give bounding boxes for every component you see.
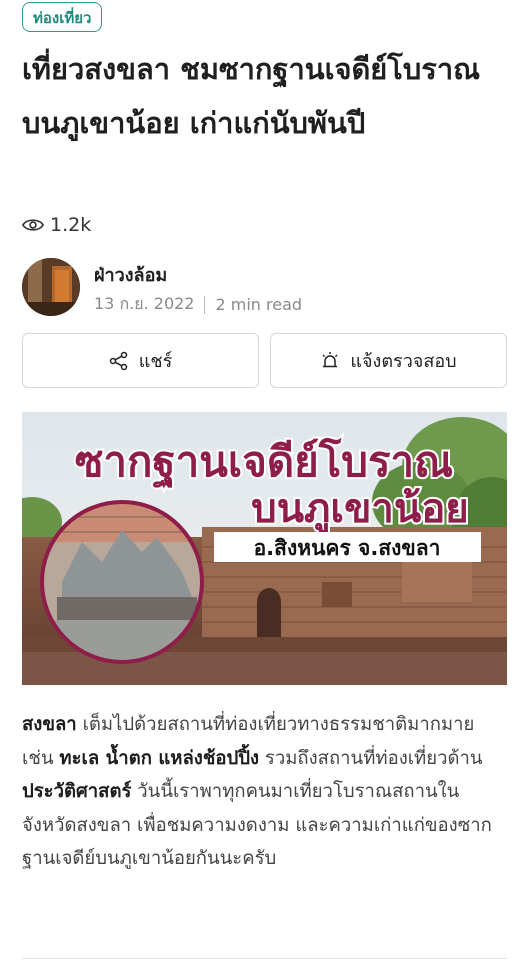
publish-date: 13 ก.ย. 2022	[94, 294, 195, 313]
share-label: แชร์	[138, 351, 173, 372]
meta-divider	[204, 295, 206, 314]
view-count: 1.2k	[22, 212, 91, 238]
category-tag[interactable]: ท่องเที่ยว	[22, 2, 103, 32]
hero-location: อ.สิงหนคร จ.สงขลา	[254, 536, 441, 560]
share-button[interactable]: แชร์	[22, 333, 259, 388]
article-title: เที่ยวสงขลา ชมซากฐานเจดีย์โบราณบนภูเขาน้…	[22, 52, 481, 140]
author-block: ฝ่าวงล้อม 13 ก.ย. 2022 2 min read	[22, 256, 507, 318]
article-meta: 13 ก.ย. 2022 2 min read	[94, 292, 302, 317]
eye-icon	[22, 219, 44, 231]
report-button[interactable]: แจ้งตรวจสอบ	[270, 333, 507, 388]
divider	[22, 958, 507, 959]
hero-illustration: ซากฐานเจดีย์โบราณ บนภูเขาน้อย อ.สิงหนคร …	[22, 412, 507, 685]
view-count-value: 1.2k	[50, 214, 92, 236]
hero-title-line1: ซากฐานเจดีย์โบราณ	[75, 437, 453, 489]
share-icon	[109, 351, 127, 370]
siren-icon	[322, 351, 338, 367]
hero-title-line2: บนภูเขาน้อย	[251, 486, 468, 533]
body-bold-1: สงขลา	[22, 714, 77, 735]
body-bold-2: ทะเล น้ำตก แหล่งช้อปปิ้ง	[59, 747, 260, 769]
body-text-2: รวมถึงสถานที่ท่องเที่ยวด้าน	[259, 747, 483, 769]
read-time: 2 min read	[215, 295, 303, 314]
avatar[interactable]	[22, 258, 80, 316]
report-label: แจ้งตรวจสอบ	[350, 351, 457, 372]
body-bold-3: ประวัติศาสตร์	[22, 781, 132, 802]
article-body: สงขลา เต็มไปด้วยสถานที่ท่องเที่ยวทางธรรม…	[22, 708, 507, 876]
hero-image[interactable]: ซากฐานเจดีย์โบราณ บนภูเขาน้อย อ.สิงหนคร …	[22, 412, 507, 685]
author-name[interactable]: ฝ่าวงล้อม	[94, 260, 167, 289]
